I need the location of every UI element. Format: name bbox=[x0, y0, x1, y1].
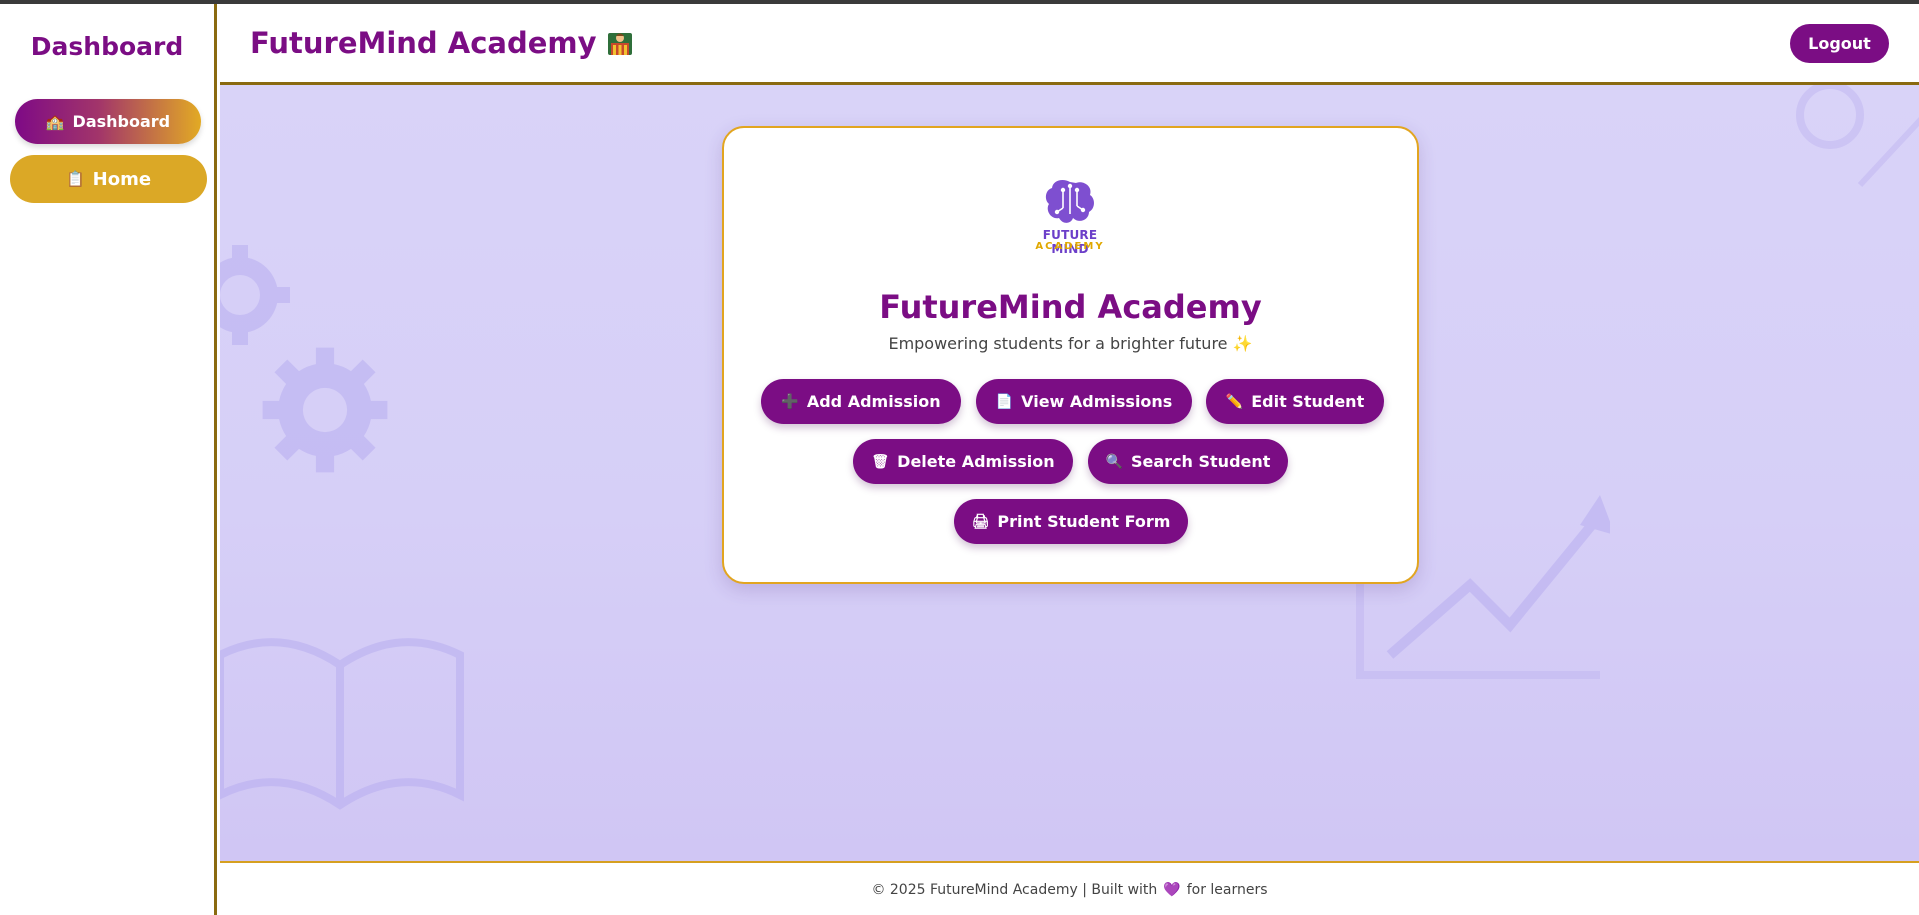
pencil-icon: ✏️ bbox=[1225, 393, 1244, 410]
page-title: FutureMind Academy bbox=[250, 26, 633, 60]
edit-student-button[interactable]: ✏️ Edit Student bbox=[1206, 379, 1384, 424]
card-subtitle: Empowering students for a brighter futur… bbox=[724, 334, 1417, 353]
sidebar-item-dashboard[interactable]: 🏫 Dashboard bbox=[15, 99, 201, 144]
card-subtitle-text: Empowering students for a brighter futur… bbox=[888, 334, 1228, 353]
view-admissions-button[interactable]: 📄 View Admissions bbox=[976, 379, 1192, 424]
document-icon: 📄 bbox=[995, 393, 1014, 410]
open-book-icon bbox=[220, 638, 464, 810]
magnifier-icon: 🔍 bbox=[1105, 453, 1123, 470]
main-content: FUTURE MIND ACADEMY FutureMind Academy E… bbox=[220, 85, 1919, 863]
sidebar: Dashboard 🏫 Dashboard 📋 Home bbox=[0, 4, 217, 915]
page-title-text: FutureMind Academy bbox=[250, 26, 597, 60]
button-label: Add Admission bbox=[806, 392, 941, 411]
button-label: View Admissions bbox=[1021, 392, 1173, 411]
sidebar-title: Dashboard bbox=[30, 32, 184, 61]
welcome-card: FUTURE MIND ACADEMY FutureMind Academy E… bbox=[722, 126, 1419, 584]
heart-icon: 💜 bbox=[1163, 882, 1181, 898]
sidebar-item-home[interactable]: 📋 Home bbox=[10, 155, 207, 203]
button-label: Search Student bbox=[1131, 452, 1271, 471]
delete-admission-button[interactable]: 🗑 Delete Admission bbox=[853, 439, 1073, 484]
print-student-form-button[interactable]: 🖨 Print Student Form bbox=[954, 499, 1188, 544]
printer-icon: 🖨 bbox=[971, 513, 990, 530]
sidebar-item-label: Home bbox=[92, 168, 152, 190]
logo-subtext: ACADEMY bbox=[1035, 241, 1105, 252]
clipboard-icon: 📋 bbox=[65, 170, 85, 188]
button-label: Edit Student bbox=[1251, 392, 1365, 411]
academy-logo: FUTURE MIND ACADEMY bbox=[1022, 178, 1122, 258]
card-title: FutureMind Academy bbox=[879, 288, 1262, 326]
button-label: Delete Admission bbox=[897, 452, 1055, 471]
percent-icon bbox=[1796, 85, 1919, 188]
footer: © 2025 FutureMind Academy | Built with 💜… bbox=[220, 865, 1919, 915]
school-icon: 🏫 bbox=[45, 112, 65, 131]
brain-icon bbox=[1045, 180, 1094, 223]
search-student-button[interactable]: 🔍 Search Student bbox=[1088, 439, 1288, 484]
plus-icon: ➕ bbox=[781, 393, 799, 410]
button-label: Print Student Form bbox=[997, 512, 1171, 531]
gear-icon bbox=[262, 347, 388, 473]
trash-icon: 🗑 bbox=[871, 453, 890, 470]
logout-button[interactable]: Logout bbox=[1790, 24, 1889, 63]
top-header: FutureMind Academy Logout bbox=[220, 4, 1919, 85]
school-flag-icon bbox=[607, 29, 633, 57]
gear-icon bbox=[220, 245, 290, 345]
footer-text-end: for learners bbox=[1186, 882, 1268, 898]
add-admission-button[interactable]: ➕ Add Admission bbox=[761, 379, 961, 424]
footer-text: © 2025 FutureMind Academy | Built with bbox=[871, 882, 1158, 898]
sparkles-icon: ✨ bbox=[1232, 334, 1253, 353]
sidebar-item-label: Dashboard bbox=[72, 112, 171, 131]
